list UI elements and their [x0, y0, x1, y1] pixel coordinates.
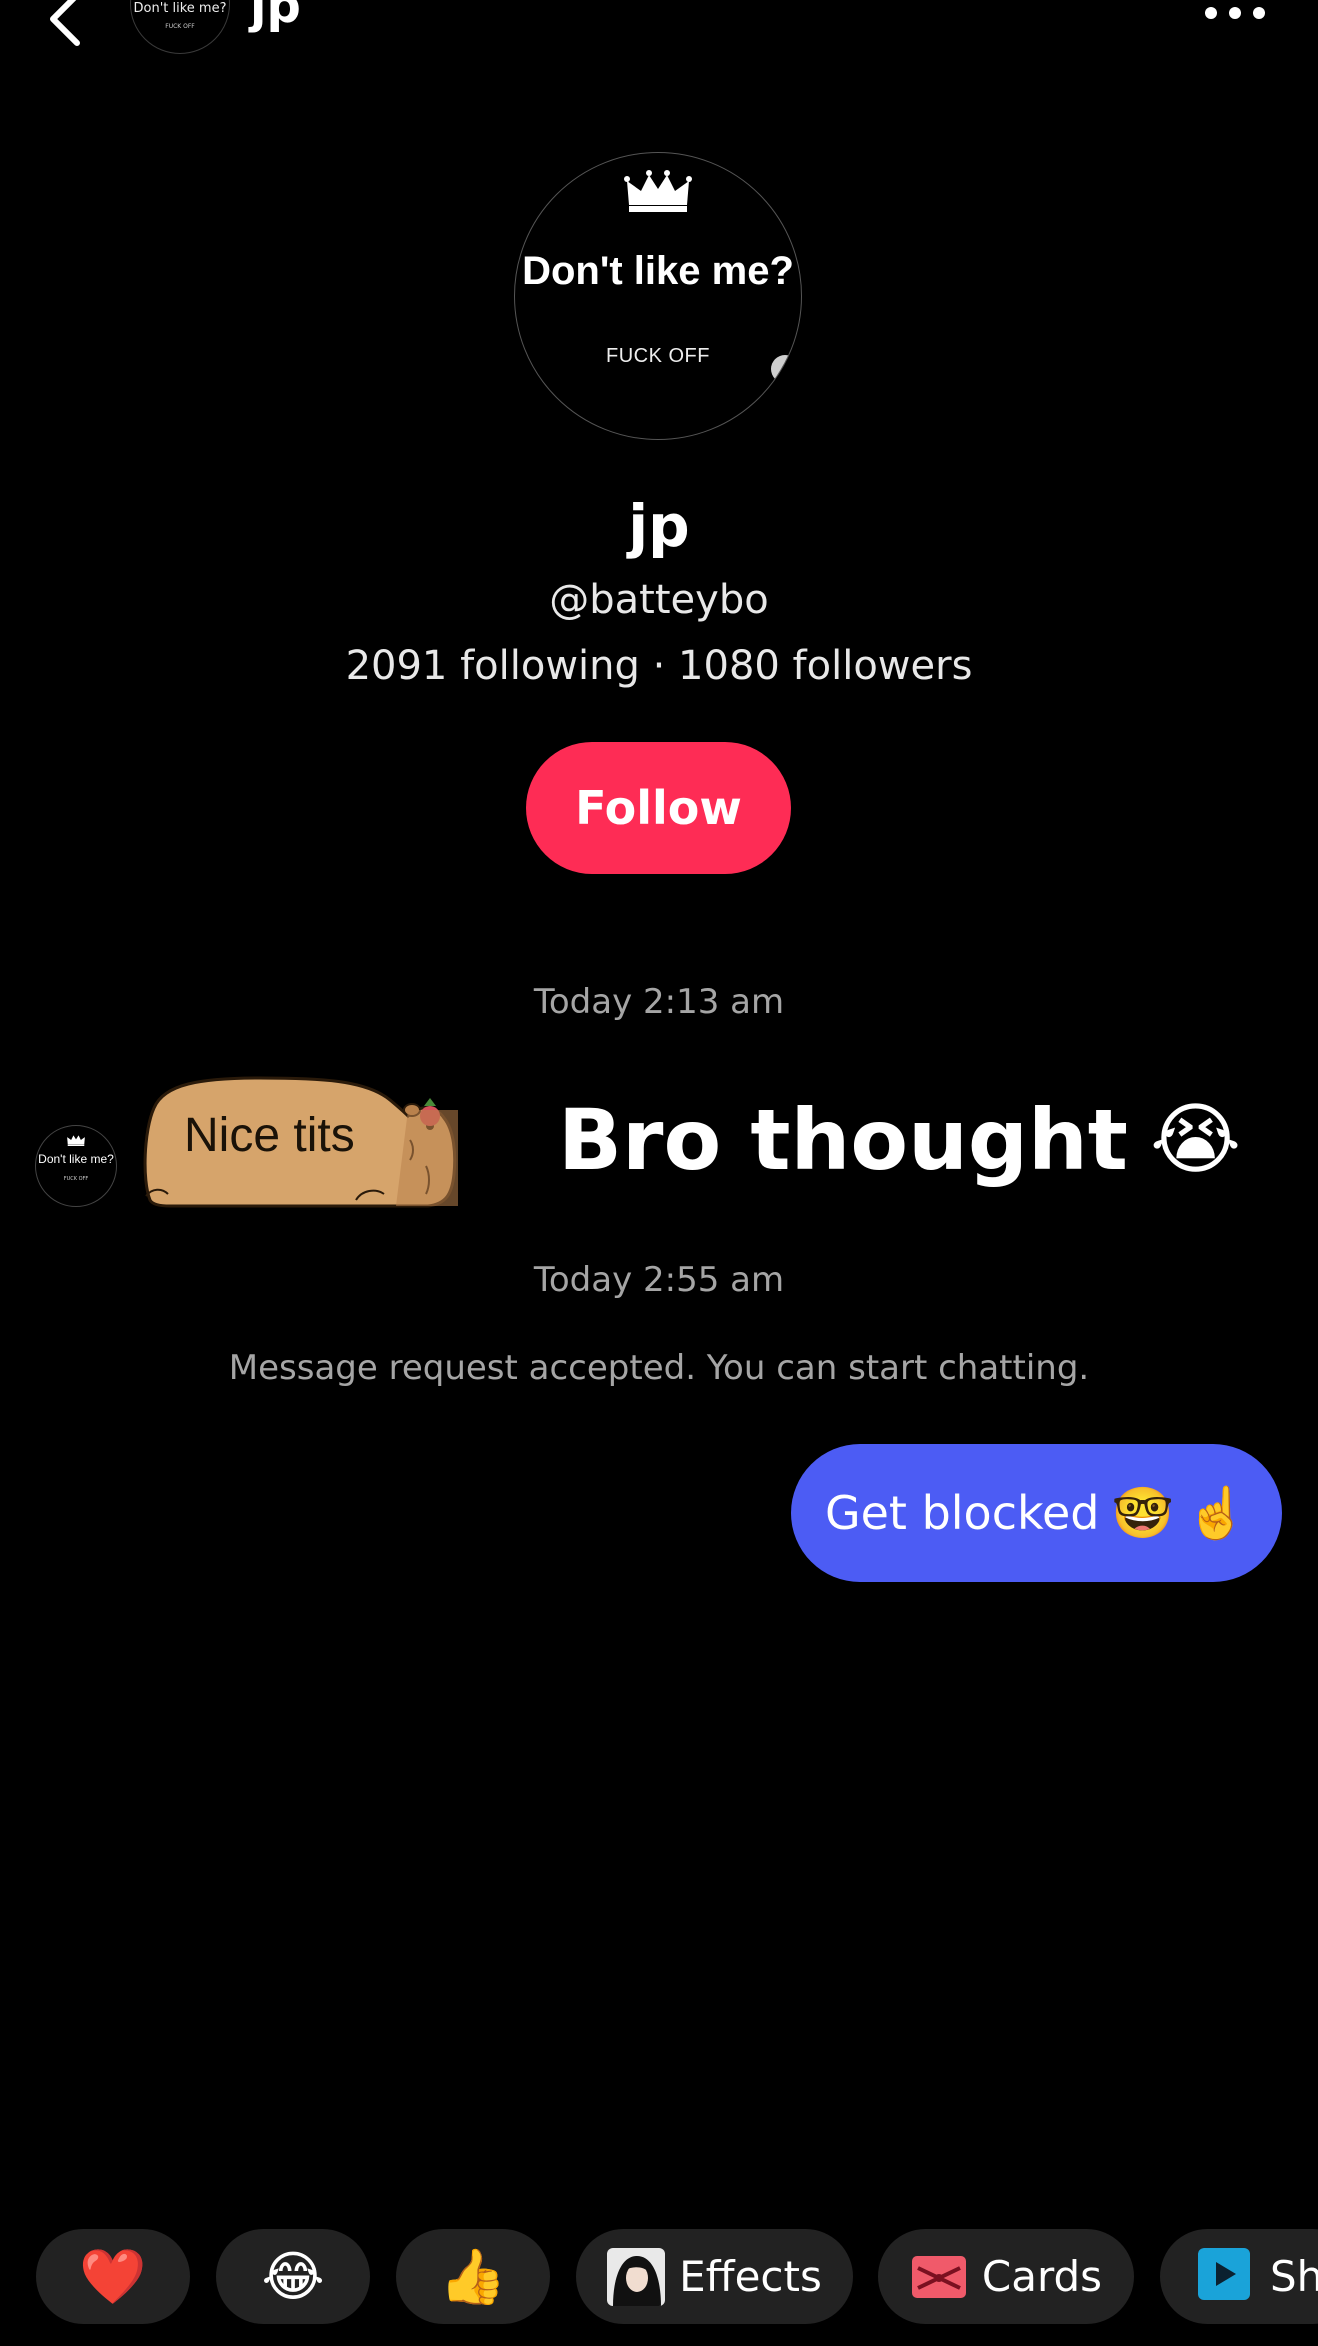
sender-avatar[interactable]: Don't like me? FUCK OFF: [35, 1125, 117, 1207]
pointing-up-emoji-icon: ☝️: [1185, 1484, 1249, 1542]
quick-react-thumbs-up[interactable]: 👍: [396, 2229, 550, 2324]
outgoing-message-text: Get blocked: [824, 1486, 1100, 1540]
laughing-emoji-icon: 😂: [261, 2244, 325, 2308]
effects-thumbnail-icon: [607, 2247, 666, 2306]
system-message: Message request accepted. You can start …: [228, 1348, 1090, 1388]
effects-button[interactable]: Effects: [576, 2229, 853, 2324]
more-options-button[interactable]: [1200, 0, 1270, 38]
message-timestamp: Today 2:13 am: [533, 982, 785, 1022]
capybara-sticker[interactable]: Nice tits: [140, 1070, 460, 1210]
header-avatar[interactable]: Don't like me? FUCK OFF: [130, 0, 230, 54]
share-label: Sh: [1270, 2252, 1318, 2301]
more-horizontal-icon: [1205, 7, 1265, 19]
crown-icon: [515, 169, 801, 217]
message-timestamp: Today 2:55 am: [533, 1260, 785, 1300]
follow-button[interactable]: Follow: [526, 742, 791, 874]
crying-emoji-icon: 😭: [1149, 1095, 1242, 1185]
sender-avatar-subtext: FUCK OFF: [63, 1176, 89, 1182]
header-username[interactable]: jp: [250, 0, 301, 36]
share-play-icon: [1198, 2247, 1256, 2306]
incoming-message[interactable]: Bro thought 😭: [558, 1090, 1241, 1190]
profile-name: jp: [628, 492, 690, 560]
header-avatar-subtext: FUCK OFF: [165, 23, 195, 30]
quick-react-heart[interactable]: ❤️: [36, 2229, 190, 2324]
profile-stats: 2091 following · 1080 followers: [345, 643, 973, 689]
nerd-emoji-icon: 🤓: [1111, 1484, 1174, 1542]
profile-avatar-text: Don't like me?: [522, 249, 794, 293]
quick-react-laugh[interactable]: 😂: [216, 2229, 370, 2324]
heart-icon: ❤️: [79, 2244, 147, 2308]
share-button[interactable]: Sh: [1160, 2229, 1318, 2324]
profile-avatar-subtext: FUCK OFF: [606, 345, 710, 367]
chevron-left-icon: [50, 0, 80, 46]
sticker-text: Nice tits: [184, 1109, 355, 1162]
header-avatar-text: Don't like me?: [133, 1, 227, 16]
cards-button[interactable]: Cards: [878, 2229, 1134, 2324]
gift-card-icon: [910, 2248, 968, 2306]
avatar-decoration: [771, 355, 799, 383]
back-button[interactable]: [30, 0, 100, 54]
thumbs-up-icon: 👍: [439, 2244, 507, 2308]
outgoing-message[interactable]: Get blocked 🤓 ☝️: [791, 1444, 1282, 1582]
sender-avatar-text: Don't like me?: [38, 1152, 114, 1166]
profile-handle: @batteybo: [549, 577, 769, 623]
incoming-message-text: Bro thought: [558, 1091, 1128, 1189]
profile-avatar[interactable]: Don't like me? FUCK OFF: [514, 152, 802, 440]
crown-icon: [36, 1132, 116, 1151]
effects-label: Effects: [679, 2252, 822, 2301]
cards-label: Cards: [981, 2252, 1103, 2301]
